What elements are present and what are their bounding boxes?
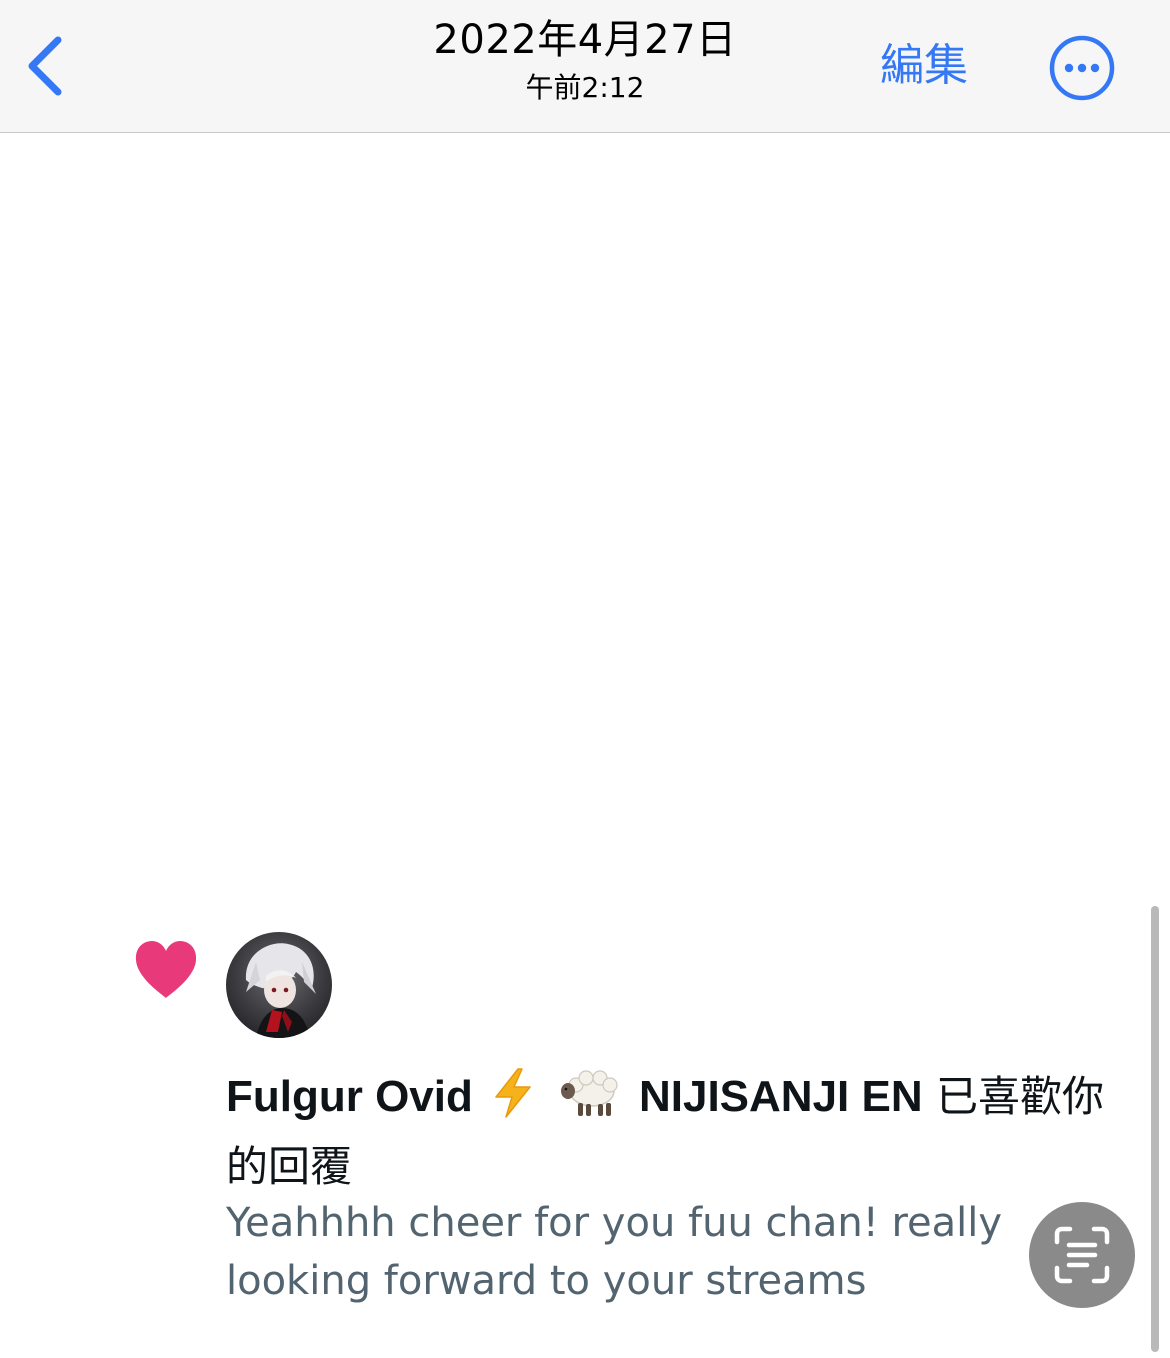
ellipsis-circle-icon	[1049, 35, 1115, 101]
live-text-button[interactable]	[1029, 1202, 1135, 1308]
photo-date: 2022年4月27日	[433, 17, 737, 63]
more-options-button[interactable]	[1049, 35, 1115, 101]
edit-button[interactable]: 編集	[880, 38, 968, 94]
reply-text[interactable]: Yeahhhh cheer for you fuu chan! really l…	[226, 1194, 1026, 1310]
navigation-bar: 2022年4月27日 午前2:12 編集	[0, 0, 1170, 133]
user-name-suffix[interactable]: NIJISANJI EN	[639, 1072, 923, 1121]
photo-time: 午前2:12	[525, 71, 645, 104]
sheep-icon	[560, 1067, 620, 1136]
user-avatar[interactable]	[226, 932, 332, 1038]
like-notification-text: Fulgur Ovid NIJISANJI EN 已喜歡你的回覆	[226, 1066, 1106, 1198]
live-text-scan-icon	[1054, 1226, 1110, 1284]
screenshot-page: 2022年4月27日 午前2:12 編集 Fulgur Ovid NIJISAN…	[0, 0, 1170, 1358]
avatar-image	[226, 932, 332, 1038]
chevron-left-icon	[28, 36, 62, 96]
photo-date-title: 2022年4月27日 午前2:12	[335, 14, 835, 106]
back-button[interactable]	[18, 28, 74, 104]
scrollbar[interactable]	[1151, 906, 1159, 1352]
heart-icon	[133, 938, 199, 1000]
lightning-icon	[492, 1067, 534, 1136]
user-name[interactable]: Fulgur Ovid	[226, 1072, 473, 1121]
